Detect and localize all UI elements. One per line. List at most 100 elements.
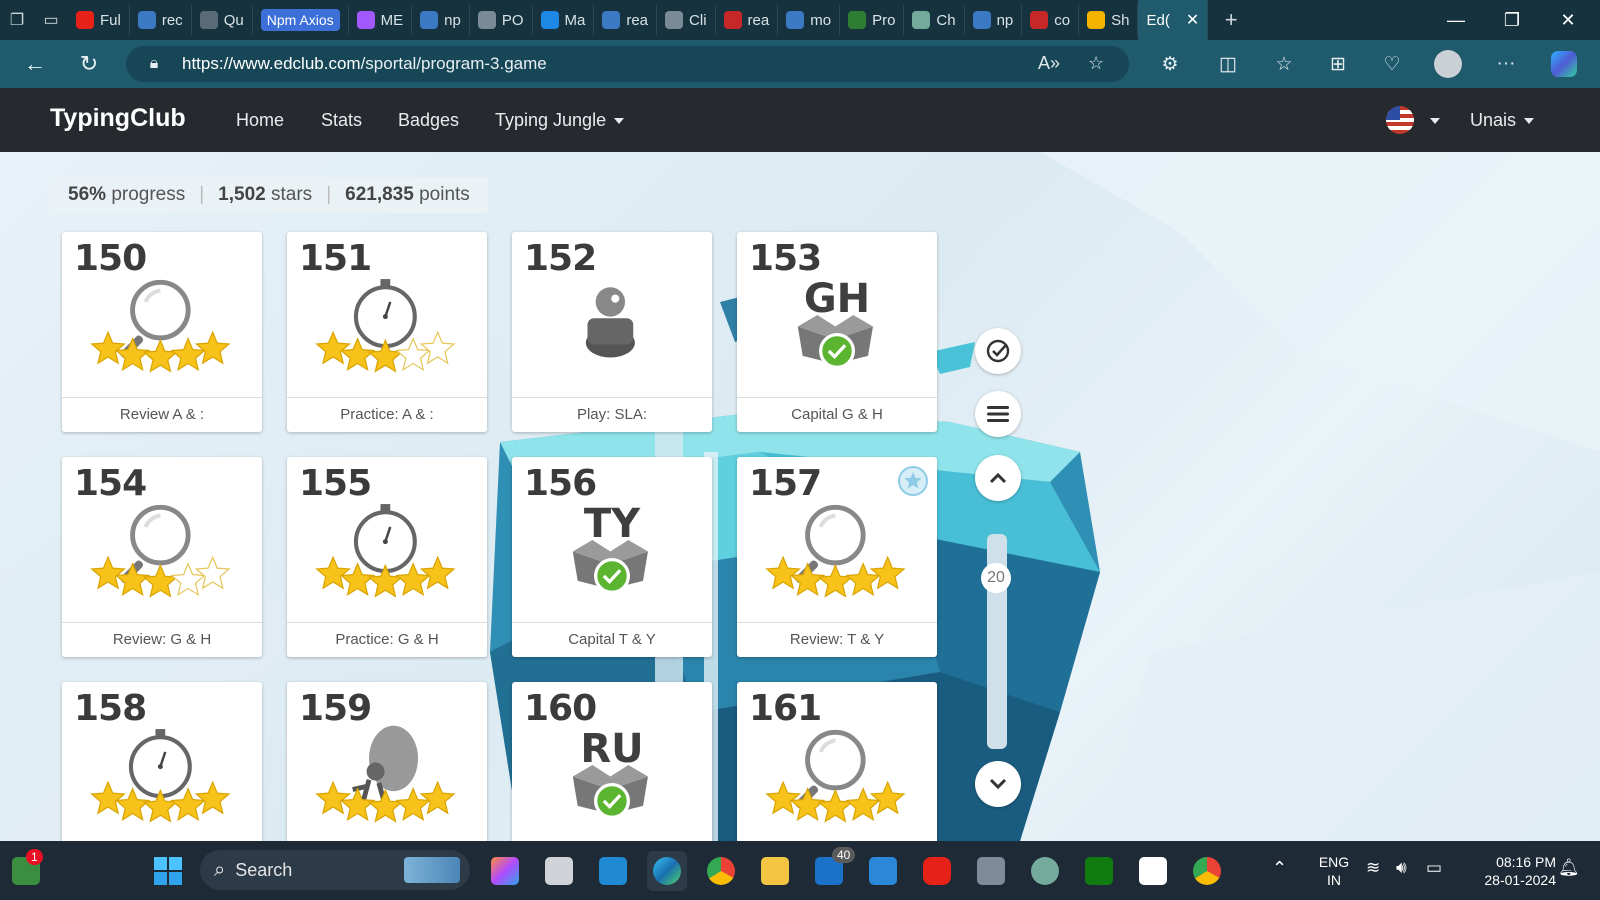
notepad-icon[interactable]	[863, 851, 903, 891]
browser-tab[interactable]: ME	[349, 5, 413, 35]
close-window-icon[interactable]: ✕	[1540, 0, 1596, 40]
browser-tab[interactable]: np	[965, 5, 1023, 35]
close-tab-icon[interactable]: ✕	[1186, 10, 1199, 30]
file-explorer-icon[interactable]	[755, 851, 795, 891]
chevron-up-icon	[989, 472, 1007, 484]
nav-typing-jungle[interactable]: Typing Jungle	[495, 110, 625, 131]
language-indicator[interactable]: ENG IN	[1314, 853, 1354, 889]
search-icon	[602, 11, 621, 29]
menu-button[interactable]	[975, 391, 1021, 437]
battery-icon[interactable]: ▭	[1426, 859, 1442, 877]
edge-icon[interactable]	[647, 851, 687, 891]
tab-title: Cli	[689, 11, 707, 29]
user-menu[interactable]: Unais	[1470, 110, 1535, 131]
tray-chevron-up-icon[interactable]: ⌃	[1272, 859, 1287, 877]
profile-avatar-icon[interactable]	[1424, 40, 1472, 88]
url-text[interactable]: https://www.edclub.com/sportal/program-3…	[182, 54, 547, 74]
tab-title: np	[996, 11, 1014, 29]
browser-tab[interactable]: Ma	[533, 5, 595, 35]
youtube-icon[interactable]	[917, 851, 957, 891]
browser-tab[interactable]: np	[412, 5, 470, 35]
language-chevron-icon[interactable]	[1430, 118, 1440, 124]
browser-tab[interactable]: rec	[130, 5, 192, 35]
tab-title: Ful	[100, 11, 121, 29]
lesson-card[interactable]: 158	[62, 682, 262, 841]
lock-icon[interactable]: 🔒︎	[134, 55, 174, 73]
points-label: points	[419, 184, 470, 205]
collections-icon[interactable]: ⊞	[1314, 40, 1362, 88]
read-aloud-icon[interactable]: A»	[1038, 53, 1060, 74]
extensions-icon[interactable]: ⚙︎	[1146, 40, 1194, 88]
start-windows-icon[interactable]	[148, 851, 188, 891]
lesson-card[interactable]: 160 RU	[512, 682, 712, 841]
browser-tab[interactable]: Cli	[657, 5, 716, 35]
lesson-card[interactable]: 159	[287, 682, 487, 841]
lesson-card[interactable]: 154 Review: G & H	[62, 457, 262, 657]
app-icon[interactable]	[971, 851, 1011, 891]
lesson-card[interactable]: 151 Practice: A & :	[287, 232, 487, 432]
points-value: 621,835	[345, 184, 414, 205]
tab-actions-icon[interactable]: ▭	[34, 0, 68, 40]
lesson-card[interactable]: 152 Play: SLA:	[512, 232, 712, 432]
browser-tab[interactable]: Npm Axios	[253, 5, 349, 35]
split-screen-icon[interactable]: ◫	[1204, 40, 1252, 88]
browser-tab[interactable]: co	[1022, 5, 1080, 35]
minimize-icon[interactable]: —	[1428, 0, 1484, 40]
lesson-card[interactable]: 153 GH Capital G & H	[737, 232, 937, 432]
browser-tab[interactable]: Sh	[1079, 5, 1139, 35]
nav-home[interactable]: Home	[236, 110, 284, 131]
favorites-icon[interactable]: ☆	[1260, 40, 1308, 88]
nav-stats[interactable]: Stats	[321, 110, 362, 131]
browser-tab[interactable]: Ed(✕	[1138, 0, 1209, 40]
workspaces-icon[interactable]: ❐	[0, 0, 34, 40]
browser-essentials-icon[interactable]: ♡	[1368, 40, 1416, 88]
browser-tab[interactable]: Ch	[904, 5, 965, 35]
new-tab-icon[interactable]: +	[1214, 0, 1248, 40]
brand-logo[interactable]: TypingClub	[50, 104, 186, 133]
clock[interactable]: 08:16 PM 28-01-2024	[1462, 853, 1556, 889]
chrome-icon[interactable]	[701, 851, 741, 891]
browser-tab[interactable]: Ful	[68, 5, 130, 35]
lesson-title: Review A & :	[62, 397, 262, 432]
flag-us-icon[interactable]	[1386, 106, 1414, 134]
star-filled-icon	[194, 780, 231, 815]
more-options-icon[interactable]: ···	[1482, 40, 1530, 88]
lesson-card[interactable]: 155 Practice: G & H	[287, 457, 487, 657]
copilot-icon[interactable]	[1540, 40, 1588, 88]
browser-tab[interactable]: rea	[716, 5, 779, 35]
xbox-icon[interactable]	[1079, 851, 1119, 891]
scroll-up-button[interactable]	[975, 455, 1021, 501]
check-progress-button[interactable]	[975, 328, 1021, 374]
file-app-icon[interactable]	[539, 851, 579, 891]
notifications-bell-icon[interactable]: 🔔︎	[1558, 859, 1580, 877]
copilot-pre-icon[interactable]	[485, 851, 525, 891]
vscode-icon[interactable]	[593, 851, 633, 891]
lesson-card[interactable]: 156 TY Capital T & Y	[512, 457, 712, 657]
word-icon[interactable]	[1133, 851, 1173, 891]
refresh-icon[interactable]: ↻	[62, 40, 116, 88]
star-filled-icon	[419, 780, 456, 815]
back-icon[interactable]: ←	[8, 40, 62, 88]
wifi-icon[interactable]: ≋	[1366, 859, 1380, 877]
lesson-card[interactable]: 161	[737, 682, 937, 841]
favorite-star-icon[interactable]: ☆	[1088, 53, 1104, 74]
browser-tab[interactable]: PO	[470, 5, 533, 35]
lesson-title: Review: T & Y	[737, 622, 937, 657]
nav-badges[interactable]: Badges	[398, 110, 459, 131]
level-indicator[interactable]: 20	[981, 563, 1011, 593]
address-bar[interactable]: 🔒︎ https://www.edclub.com/sportal/progra…	[126, 46, 1129, 82]
browser-tab[interactable]: Pro	[840, 5, 905, 35]
lesson-card[interactable]: 150 Review A & :	[62, 232, 262, 432]
tab-group-label[interactable]: Npm Axios	[260, 9, 340, 31]
star-empty-icon	[419, 330, 456, 365]
restore-icon[interactable]: ❐	[1484, 0, 1540, 40]
taskbar-search[interactable]: ⌕ Search	[200, 850, 470, 890]
browser-tab[interactable]: rea	[594, 5, 658, 35]
scroll-down-button[interactable]	[975, 761, 1021, 807]
chrome-profile-icon[interactable]	[1187, 851, 1227, 891]
lesson-card[interactable]: 157 Review: T & Y	[737, 457, 937, 657]
chatgpt-icon[interactable]	[1025, 851, 1065, 891]
browser-tab[interactable]: mo	[778, 5, 841, 35]
browser-tab[interactable]: Qu	[192, 5, 253, 35]
volume-icon[interactable]: 🔊︎	[1396, 859, 1407, 877]
